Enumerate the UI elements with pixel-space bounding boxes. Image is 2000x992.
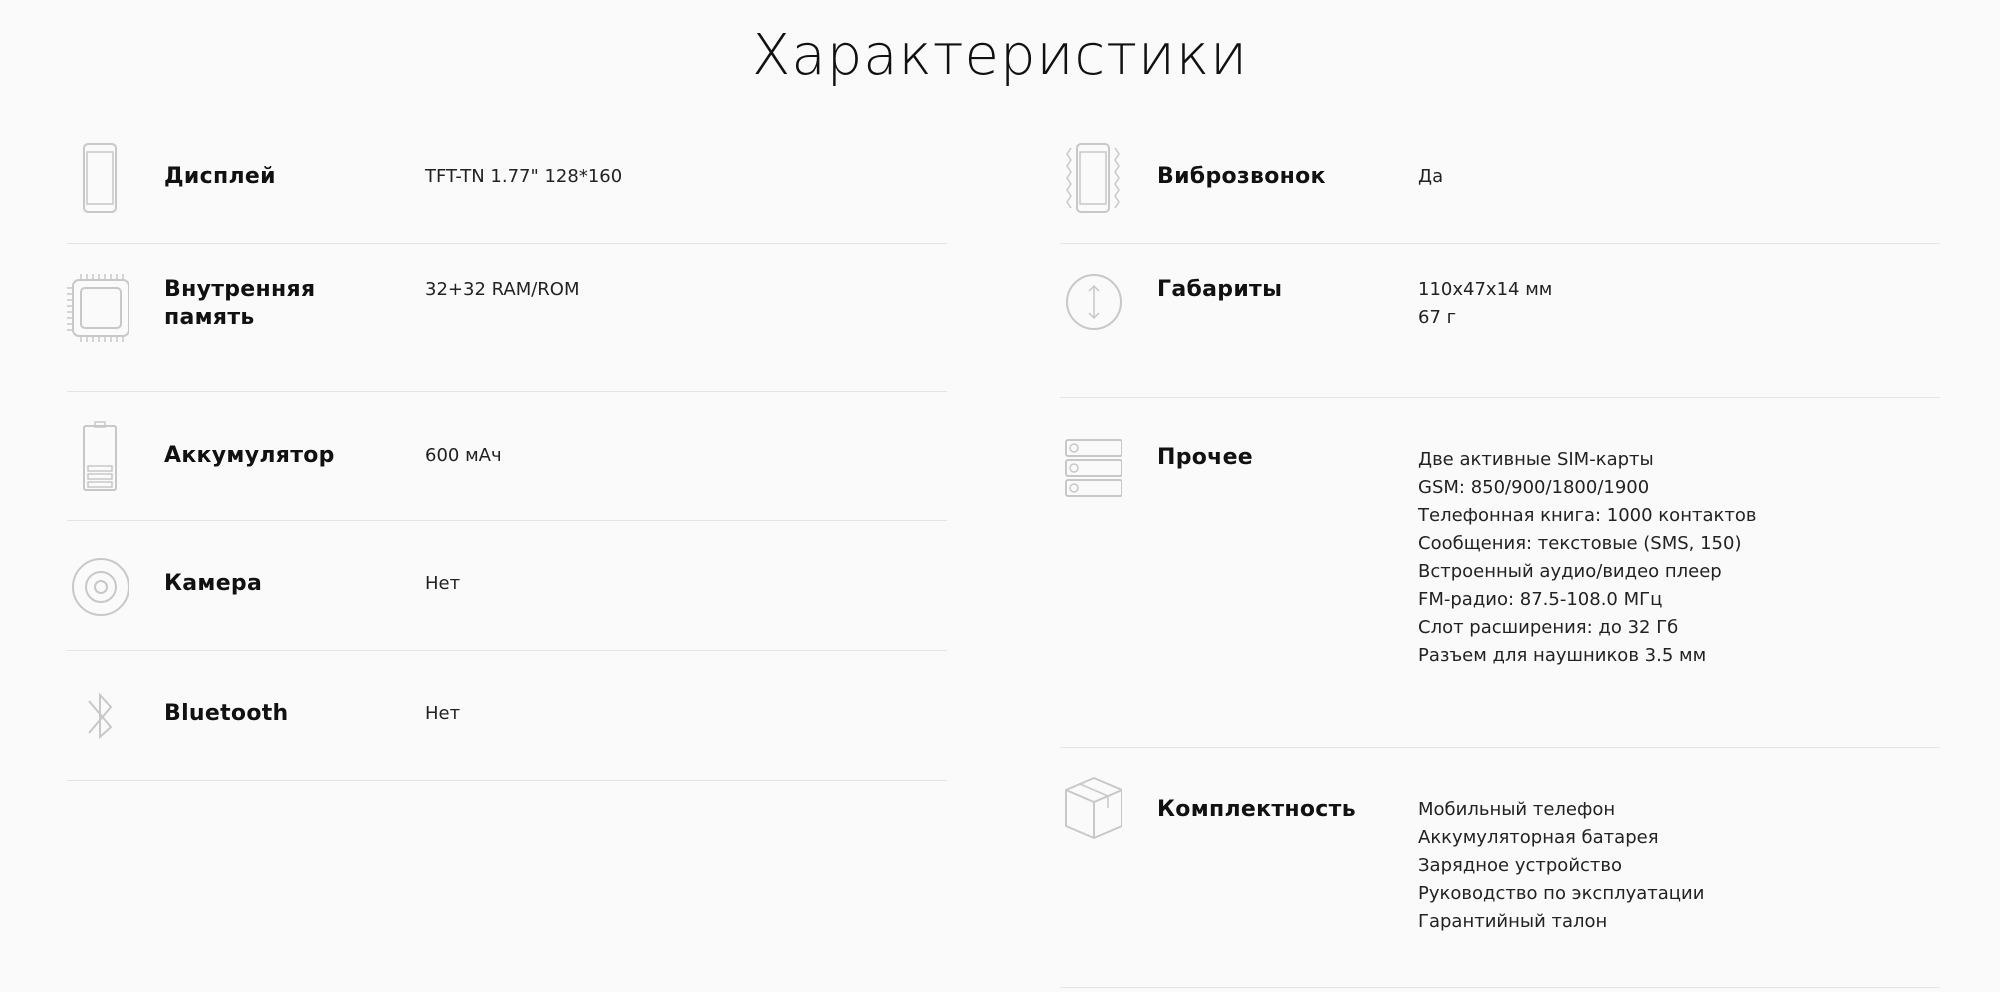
box-icon	[1060, 776, 1122, 848]
spec-row-other: Прочее Две активные SIM-карты GSM: 850/9…	[1060, 398, 1940, 748]
spec-value: 110x47x14 мм 67 г	[1418, 279, 1553, 328]
spec-label: Габариты	[1157, 277, 1283, 302]
spec-row-vibration: Виброзвонок Да	[1060, 130, 1940, 244]
spec-value: Нет	[425, 573, 461, 594]
specs-left-column: Дисплей TFT-TN 1.77" 128*160 Внутренняя …	[67, 130, 947, 781]
list-icon	[1060, 436, 1122, 508]
spec-value: 600 мАч	[425, 445, 502, 466]
chip-icon	[67, 272, 129, 344]
spec-value: 32+32 RAM/ROM	[425, 279, 580, 300]
spec-row-camera: Камера Нет	[67, 521, 947, 651]
spec-label: Комплектность	[1157, 797, 1356, 822]
spec-label: Bluetooth	[164, 701, 289, 726]
spec-value: Мобильный телефон Аккумуляторная батарея…	[1418, 799, 1705, 932]
spec-row-display: Дисплей TFT-TN 1.77" 128*160	[67, 130, 947, 244]
spec-label: Камера	[164, 571, 263, 596]
spec-value: Две активные SIM-карты GSM: 850/900/1800…	[1418, 449, 1757, 666]
spec-label: Виброзвонок	[1157, 164, 1326, 189]
bluetooth-icon	[67, 681, 129, 753]
spec-label: Дисплей	[164, 164, 276, 189]
spec-row-package: Комплектность Мобильный телефон Аккумуля…	[1060, 748, 1940, 988]
page-title: Характеристики	[752, 23, 1248, 88]
camera-icon	[67, 551, 129, 623]
spec-label: Прочее	[1157, 445, 1254, 470]
spec-row-bluetooth: Bluetooth Нет	[67, 651, 947, 781]
specs-right-column: Виброзвонок Да Габариты 110x47x14 мм 67 …	[1060, 130, 1940, 988]
spec-value: Нет	[425, 703, 461, 724]
spec-label: Внутренняя память	[164, 277, 316, 330]
phone-icon	[67, 142, 129, 214]
spec-row-memory: Внутренняя память 32+32 RAM/ROM	[67, 244, 947, 392]
spec-row-battery: Аккумулятор 600 мАч	[67, 392, 947, 521]
spec-value: Да	[1418, 166, 1444, 187]
vibration-icon	[1060, 142, 1122, 214]
spec-value: TFT-TN 1.77" 128*160	[425, 166, 623, 187]
specs-page: Характеристики Дисплей TFT-TN 1.77" 128*…	[0, 0, 2000, 992]
spec-row-dimensions: Габариты 110x47x14 мм 67 г	[1060, 244, 1940, 398]
spec-label: Аккумулятор	[164, 443, 335, 468]
battery-icon	[67, 420, 129, 492]
dimensions-icon	[1060, 272, 1122, 344]
